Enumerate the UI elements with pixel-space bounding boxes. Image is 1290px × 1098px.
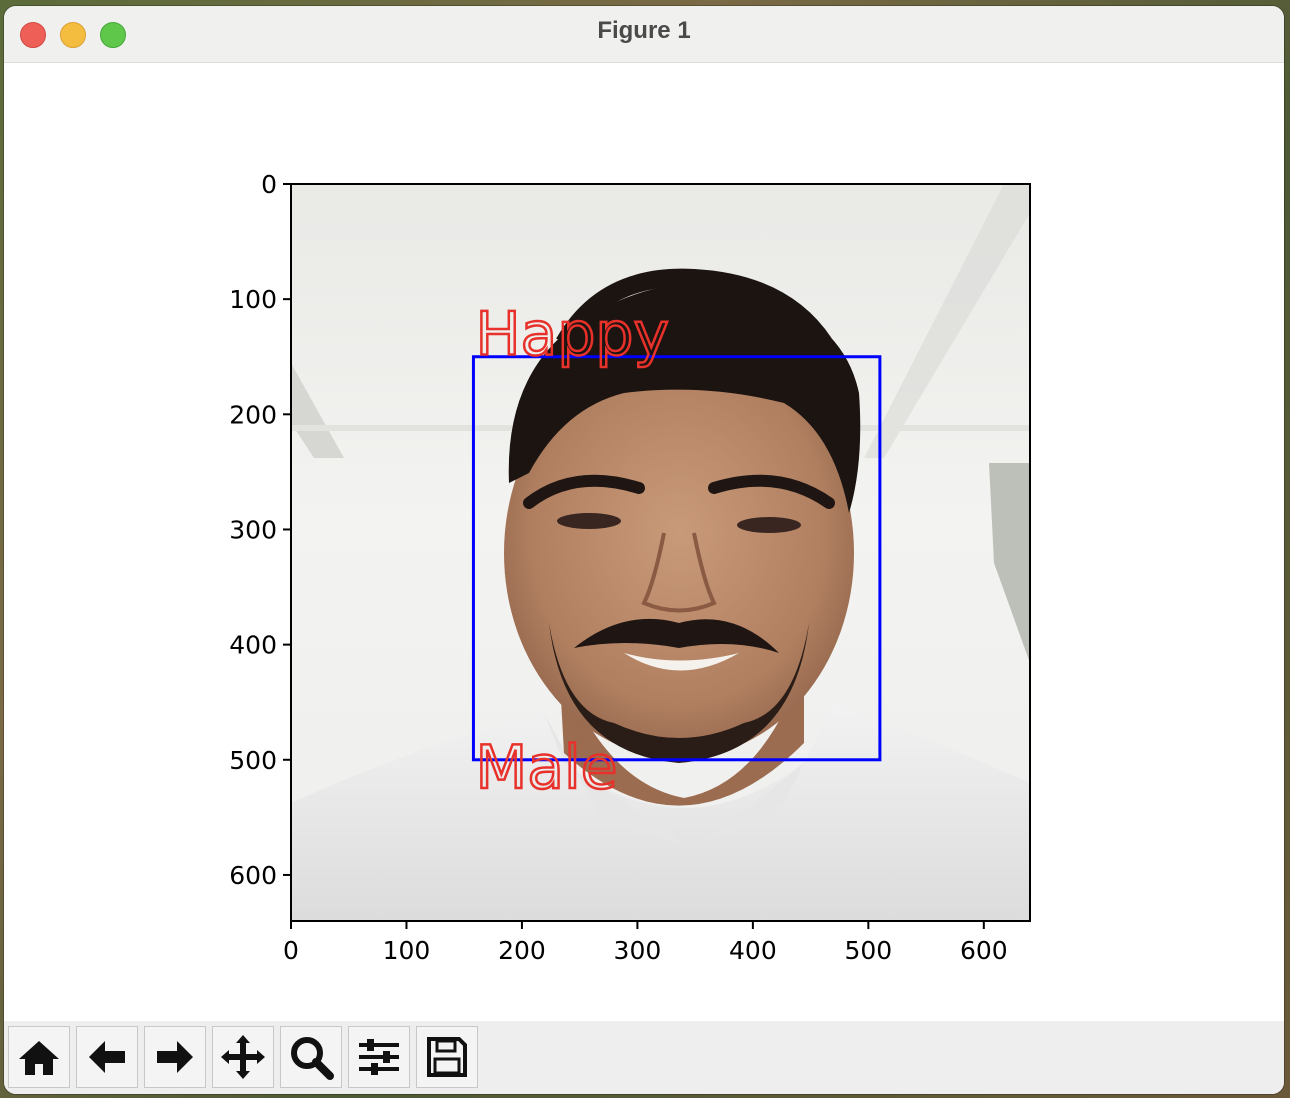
y-tick-label: 300	[229, 515, 277, 544]
x-tick-label: 0	[283, 936, 299, 965]
x-tick-label: 100	[383, 936, 431, 965]
move-icon	[221, 1035, 265, 1079]
pan-button[interactable]	[212, 1026, 274, 1088]
floppy-disk-icon	[427, 1037, 467, 1077]
photo-image	[291, 184, 1030, 921]
zoom-button[interactable]	[280, 1026, 342, 1088]
x-tick-label: 400	[729, 936, 777, 965]
configure-button[interactable]	[348, 1026, 410, 1088]
y-tick-label: 200	[229, 400, 277, 429]
arrow-left-icon	[89, 1041, 125, 1073]
x-tick-label: 600	[960, 936, 1008, 965]
x-tick-label: 200	[498, 936, 546, 965]
y-tick-label: 600	[229, 861, 277, 890]
navigation-toolbar	[4, 1021, 1284, 1094]
y-tick-label: 0	[261, 170, 277, 199]
back-button[interactable]	[76, 1026, 138, 1088]
y-tick-label: 500	[229, 746, 277, 775]
y-tick-label: 400	[229, 631, 277, 660]
title-bar: Figure 1	[4, 6, 1284, 63]
arrow-right-icon	[157, 1041, 193, 1073]
x-tick-label: 300	[614, 936, 662, 965]
magnifier-icon	[291, 1037, 334, 1080]
y-axis-ticks: 0 100 200 300 400 500 600	[229, 170, 291, 890]
y-tick-label: 100	[229, 285, 277, 314]
window-title: Figure 1	[597, 17, 691, 44]
home-button[interactable]	[8, 1026, 70, 1088]
gender-label: Male	[475, 733, 617, 803]
forward-button[interactable]	[144, 1026, 206, 1088]
x-tick-label: 500	[844, 936, 892, 965]
figure-canvas[interactable]: 0 100 200 300 400 500 600 0 100 200 300 400 500 600 …	[4, 63, 1284, 1021]
plot-axes[interactable]: 0 100 200 300 400 500 600 0100200300400500600 …	[4, 63, 1284, 1021]
figure-window: Figure 1 0 100 200 300 400 500 600 0 100…	[4, 6, 1284, 1094]
sliders-icon	[359, 1039, 399, 1075]
home-icon	[19, 1041, 59, 1075]
save-button[interactable]	[416, 1026, 478, 1088]
emotion-label: Happy	[475, 300, 669, 370]
x-axis-ticks: 0 100 200 300 400 500 600	[283, 921, 1008, 965]
